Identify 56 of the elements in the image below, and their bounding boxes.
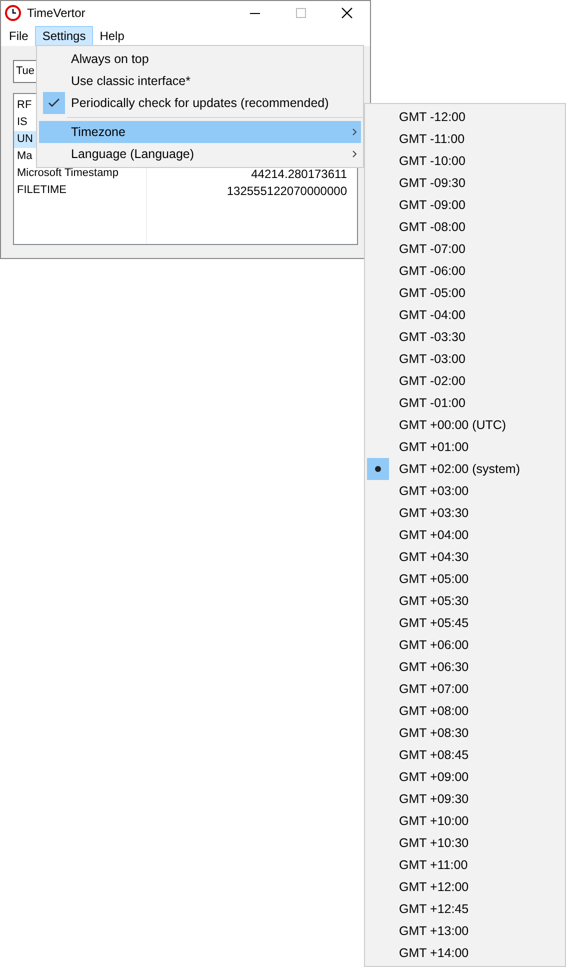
menu-bar-item[interactable]: Settings xyxy=(35,26,93,46)
offset-option[interactable]: GMT +12:45 xyxy=(367,898,563,920)
offset-option[interactable]: GMT +14:00 xyxy=(367,942,563,964)
window-title: TimeVertor xyxy=(27,5,86,22)
offset-option[interactable]: GMT +06:00 xyxy=(367,634,563,656)
offset-option[interactable]: GMT +05:45 xyxy=(367,612,563,634)
offset-option[interactable]: GMT +02:00 (system) xyxy=(367,458,563,480)
offset-option[interactable]: GMT +04:30 xyxy=(367,546,563,568)
offset-option[interactable]: GMT -09:00 xyxy=(367,194,563,216)
menu-bar-item[interactable]: File xyxy=(2,26,36,46)
offset-option[interactable]: GMT +06:30 xyxy=(367,656,563,678)
offset-option[interactable]: GMT -04:00 xyxy=(367,304,563,326)
close-icon xyxy=(341,7,353,19)
menu-item[interactable]: Use classic interface* xyxy=(39,70,361,92)
offset-option[interactable]: GMT +04:00 xyxy=(367,524,563,546)
offset-option[interactable]: GMT -11:00 xyxy=(367,128,563,150)
offset-option[interactable]: GMT +09:30 xyxy=(367,788,563,810)
offset-option[interactable]: GMT -09:30 xyxy=(367,172,563,194)
offset-option[interactable]: GMT +08:30 xyxy=(367,722,563,744)
offset-option[interactable]: GMT -08:00 xyxy=(367,216,563,238)
offset-option[interactable]: GMT -12:00 xyxy=(367,106,563,128)
chevron-right-icon xyxy=(352,150,357,158)
offset-option[interactable]: GMT +10:30 xyxy=(367,832,563,854)
offset-option[interactable]: GMT +12:00 xyxy=(367,876,563,898)
offset-option[interactable]: GMT -03:30 xyxy=(367,326,563,348)
offset-option[interactable]: GMT -02:00 xyxy=(367,370,563,392)
list-value: 132555122070000000 xyxy=(226,182,347,200)
offset-option[interactable]: GMT -03:00 xyxy=(367,348,563,370)
offset-option[interactable]: GMT +03:30 xyxy=(367,502,563,524)
offset-option[interactable]: GMT +01:00 xyxy=(367,436,563,458)
offset-option[interactable]: GMT +03:00 xyxy=(367,480,563,502)
offset-option[interactable]: GMT -01:00 xyxy=(367,392,563,414)
clock-icon xyxy=(5,5,21,21)
offset-option[interactable]: GMT -07:00 xyxy=(367,238,563,260)
list-item[interactable]: Microsoft Timestamp xyxy=(14,165,146,182)
offset-option[interactable]: GMT -05:00 xyxy=(367,282,563,304)
offset-option[interactable]: GMT +05:00 xyxy=(367,568,563,590)
list-value: 44214.280173611 xyxy=(251,166,347,182)
offset-option[interactable]: GMT +10:00 xyxy=(367,810,563,832)
offset-option[interactable]: GMT +13:00 xyxy=(367,920,563,942)
offset-option[interactable]: GMT +09:00 xyxy=(367,766,563,788)
menu-item[interactable]: Periodically check for updates (recommended) xyxy=(39,92,361,114)
menu-item[interactable]: Timezone xyxy=(39,121,361,143)
offset-option[interactable]: GMT -06:00 xyxy=(367,260,563,282)
menu-bar-item[interactable]: Help xyxy=(92,26,132,46)
offset-option[interactable]: GMT +07:00 xyxy=(367,678,563,700)
menu-item[interactable]: Language (Language) xyxy=(39,143,361,165)
menu-item[interactable]: Always on top xyxy=(39,48,361,70)
list-item[interactable]: FILETIME xyxy=(14,182,146,199)
offset-option[interactable]: GMT +05:30 xyxy=(367,590,563,612)
offset-option[interactable]: GMT -10:00 xyxy=(367,150,563,172)
offset-option[interactable]: GMT +00:00 (UTC) xyxy=(367,414,563,436)
chevron-right-icon xyxy=(352,128,357,136)
offset-option[interactable]: GMT +08:00 xyxy=(367,700,563,722)
offset-option[interactable]: GMT +08:45 xyxy=(367,744,563,766)
offset-option[interactable]: GMT +11:00 xyxy=(367,854,563,876)
